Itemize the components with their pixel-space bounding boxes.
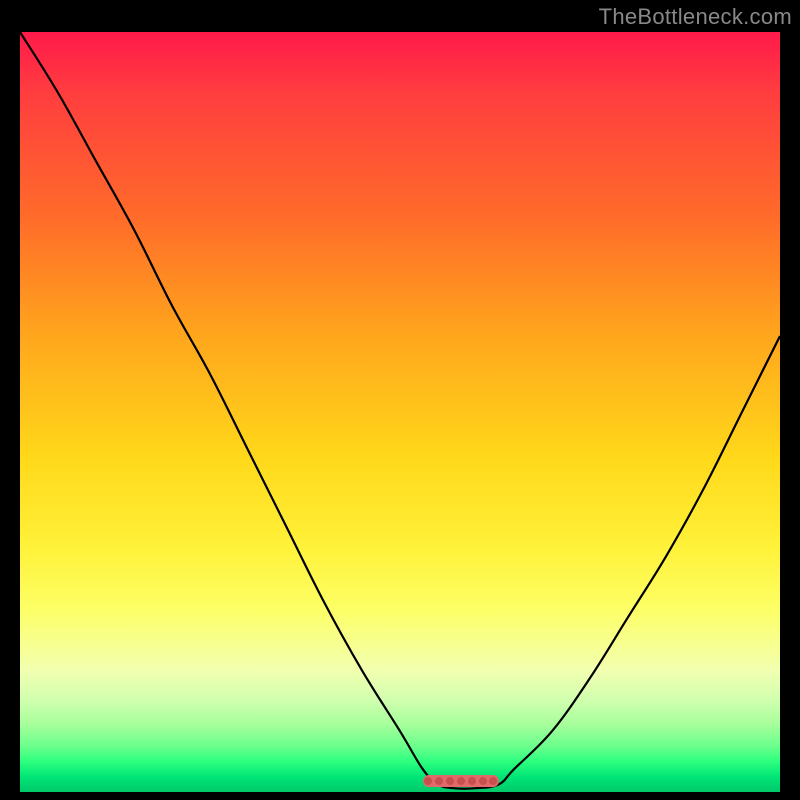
marker-dot — [446, 777, 454, 785]
marker-dot — [468, 777, 476, 785]
marker-dot — [489, 777, 497, 785]
marker-dot — [424, 777, 432, 785]
bottleneck-curve — [20, 32, 780, 792]
optimal-range-marker — [423, 775, 499, 787]
chart-container — [20, 32, 780, 792]
attribution-text: TheBottleneck.com — [599, 4, 792, 30]
marker-dot — [457, 777, 465, 785]
marker-dot — [435, 777, 443, 785]
marker-dot — [479, 777, 487, 785]
